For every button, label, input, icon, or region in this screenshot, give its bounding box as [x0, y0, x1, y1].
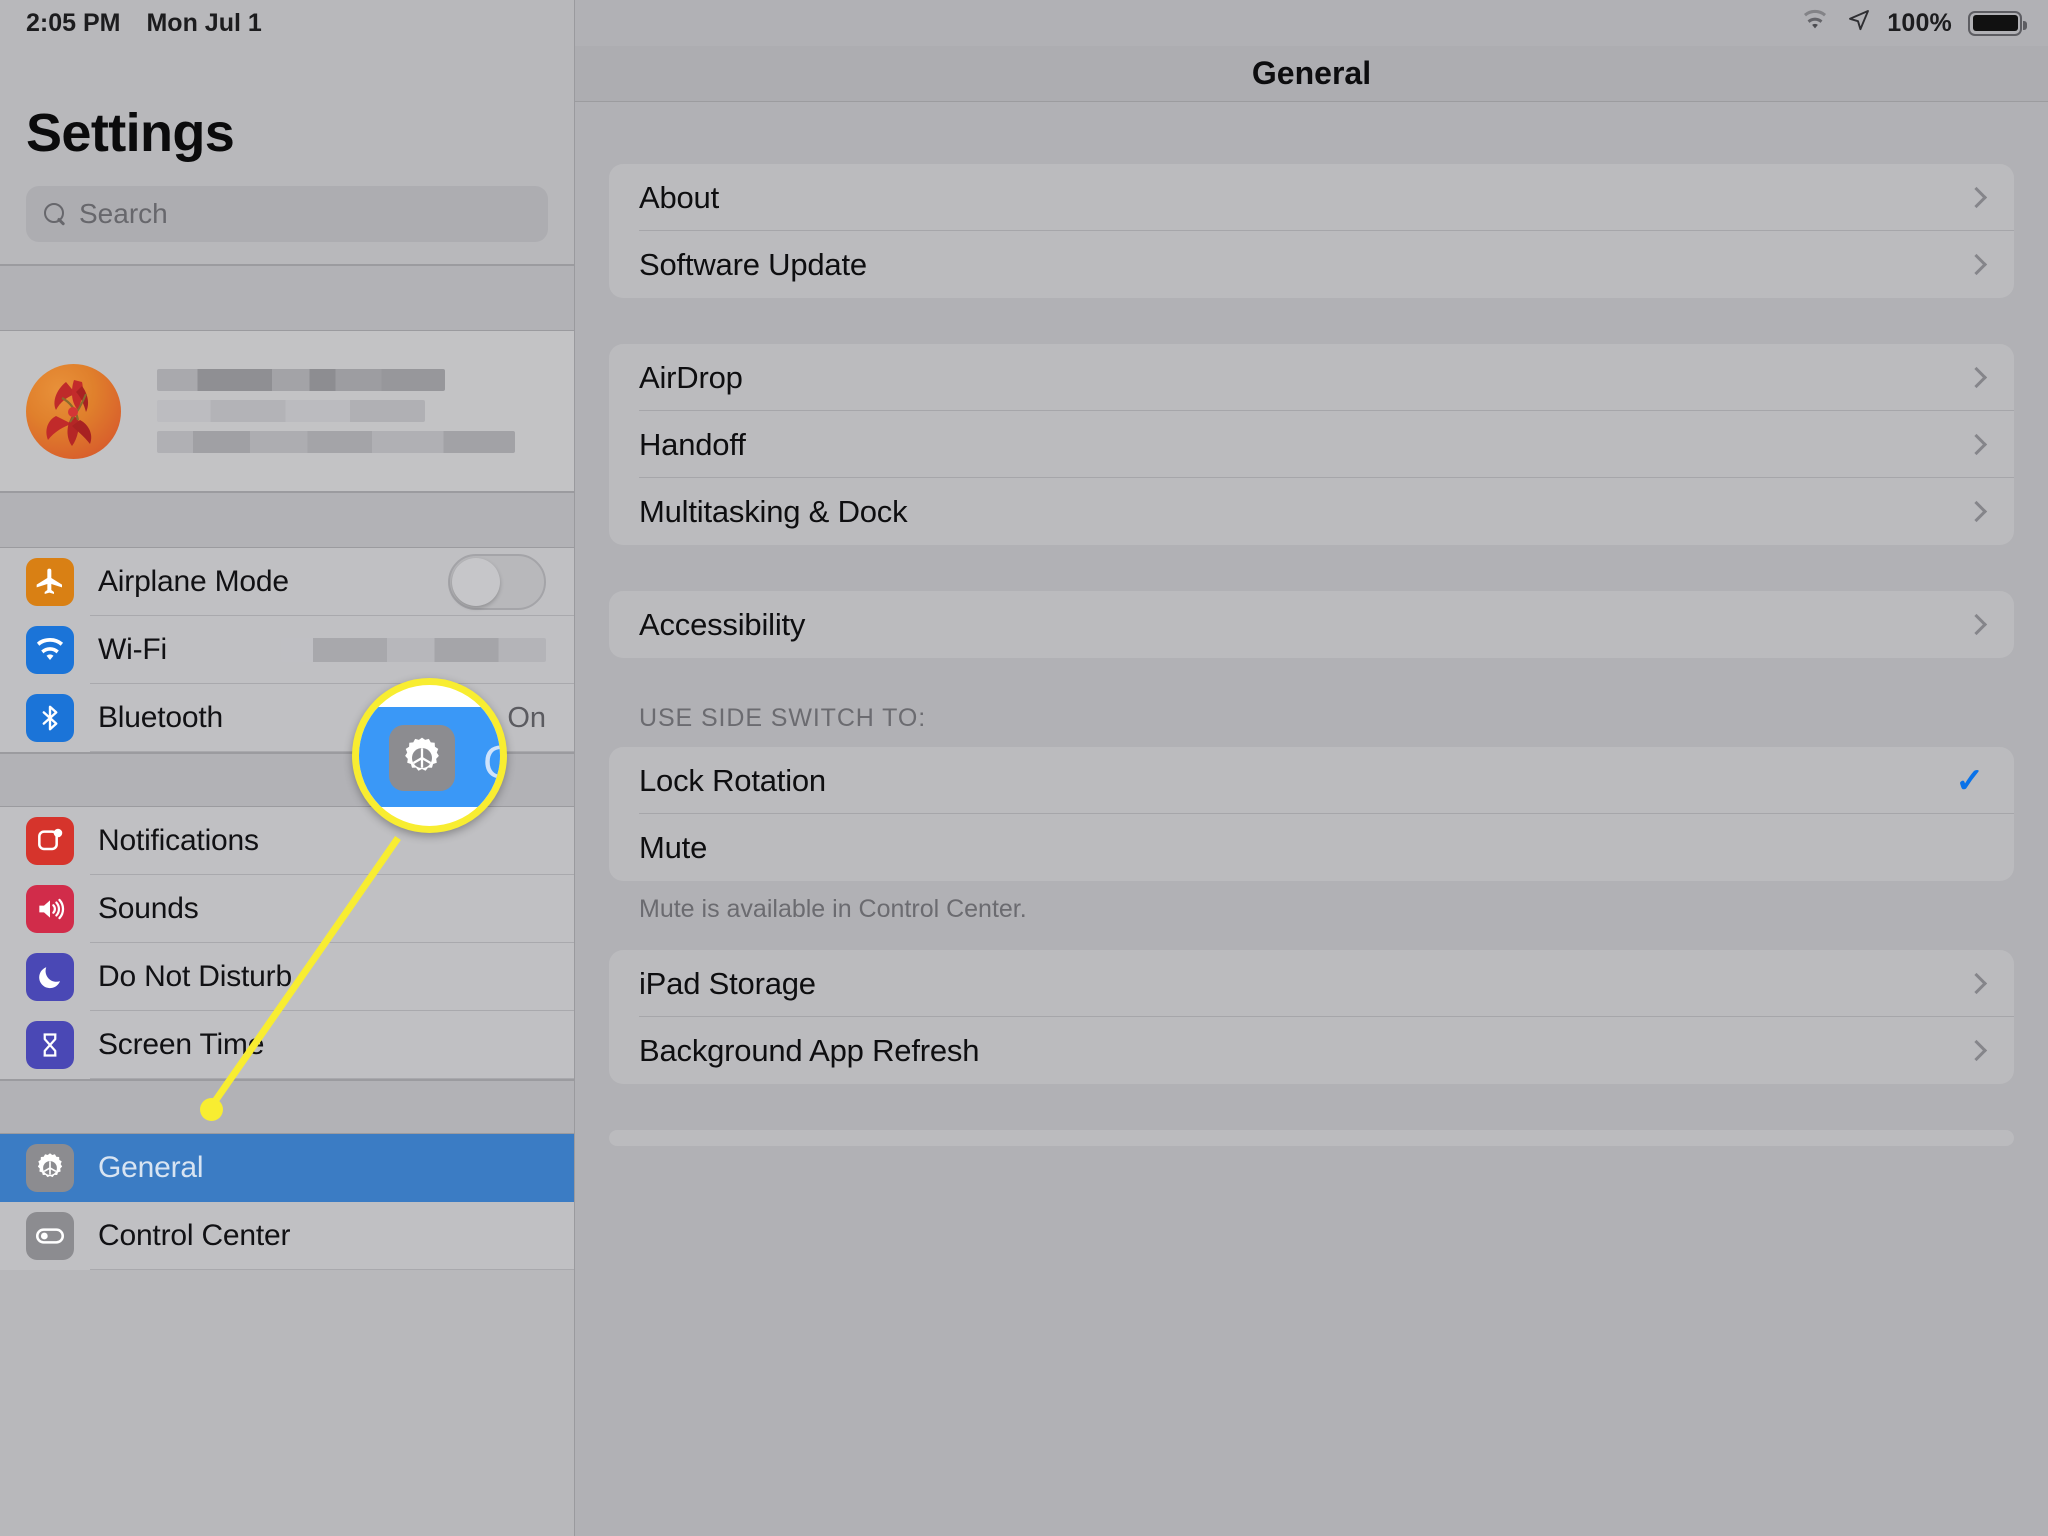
general-detail-pane: General About Software Update AirDrop Ha…: [575, 0, 2048, 1536]
wifi-value-redacted: [281, 638, 546, 662]
battery-full-icon: [1968, 10, 2027, 36]
sidebar-item-screen-time[interactable]: Screen Time: [0, 1011, 574, 1079]
sidebar-item-label: General: [98, 1151, 204, 1184]
detail-row-label: Lock Rotation: [639, 762, 826, 798]
group-header-side-switch: USE SIDE SWITCH TO:: [639, 704, 927, 732]
sidebar-gap: [0, 1080, 574, 1133]
sidebar-item-control-center[interactable]: Control Center: [0, 1202, 574, 1270]
sidebar-item-general[interactable]: General: [0, 1134, 574, 1202]
wifi-icon: [26, 626, 74, 674]
account-name-redacted: [157, 369, 515, 453]
detail-row-multitasking-dock[interactable]: Multitasking & Dock: [609, 478, 2014, 545]
detail-row-label: Background App Refresh: [639, 1032, 980, 1068]
settings-group-about: About Software Update: [609, 164, 2014, 298]
detail-row-lock-rotation[interactable]: Lock Rotation ✓: [609, 747, 2014, 814]
page-title: Settings: [26, 103, 235, 163]
sidebar-item-label: Notifications: [98, 824, 259, 857]
sidebar-item-wifi[interactable]: Wi-Fi: [0, 616, 574, 684]
detail-navbar: General: [575, 46, 2048, 102]
sidebar-item-label: Do Not Disturb: [98, 960, 292, 993]
chevron-right-icon: [1965, 972, 1988, 995]
chevron-right-icon: [1965, 366, 1988, 389]
bluetooth-value: On: [507, 701, 546, 734]
detail-title: General: [1251, 55, 1372, 91]
detail-row-label: Handoff: [639, 426, 746, 462]
sidebar-item-label: Screen Time: [98, 1028, 265, 1061]
detail-row-software-update[interactable]: Software Update: [609, 231, 2014, 298]
detail-content: About Software Update AirDrop Handoff Mu…: [575, 102, 2048, 1146]
detail-row-mute[interactable]: Mute: [609, 814, 2014, 881]
sidebar-item-label: Control Center: [98, 1219, 291, 1252]
chevron-right-icon: [1965, 613, 1988, 636]
control-center-toggle-icon: [26, 1212, 74, 1260]
avatar-flower-photo: [46, 379, 92, 446]
detail-row-about[interactable]: About: [609, 164, 2014, 231]
bluetooth-icon: [26, 694, 74, 742]
settings-group-side-switch: Lock Rotation ✓ Mute: [609, 747, 2014, 881]
status-bar: 2:05 PM Mon Jul 1 100%: [0, 0, 2048, 46]
chevron-right-icon: [1965, 500, 1988, 523]
detail-row-label: About: [639, 179, 720, 215]
sidebar-item-notifications[interactable]: Notifications: [0, 807, 574, 875]
sidebar-item-label: Wi-Fi: [98, 633, 167, 666]
sounds-speaker-icon: [26, 885, 74, 933]
sidebar-item-do-not-disturb[interactable]: Do Not Disturb: [0, 943, 574, 1011]
detail-row-label: Software Update: [639, 246, 867, 282]
ipad-settings-screen: Settings Search Airplane Mode Wi-Fi Blue…: [0, 0, 2048, 1536]
settings-group-accessibility: Accessibility: [609, 591, 2014, 658]
search-container: Search: [0, 186, 574, 264]
airplane-mode-toggle[interactable]: [448, 554, 546, 610]
detail-row-label: Accessibility: [639, 606, 806, 642]
search-icon: [44, 203, 66, 225]
chevron-right-icon: [1965, 433, 1988, 456]
group-footer-side-switch: Mute is available in Control Center.: [639, 895, 1027, 923]
sidebar-item-sounds[interactable]: Sounds: [0, 875, 574, 943]
detail-row-label: AirDrop: [639, 359, 743, 395]
detail-row-handoff[interactable]: Handoff: [609, 411, 2014, 478]
chevron-right-icon: [1965, 186, 1988, 209]
sidebar-item-bluetooth[interactable]: Bluetooth On: [0, 684, 574, 752]
gear-icon: [26, 1144, 74, 1192]
search-input[interactable]: Search: [26, 186, 548, 242]
hourglass-icon: [26, 1021, 74, 1069]
sidebar-item-label: Airplane Mode: [98, 565, 289, 598]
settings-group-next-partial: [609, 1130, 2014, 1146]
notifications-icon: [26, 817, 74, 865]
chevron-right-icon: [1965, 253, 1988, 276]
location-arrow-icon: [1847, 8, 1871, 39]
account-row[interactable]: [0, 331, 574, 491]
sidebar-item-airplane-mode[interactable]: Airplane Mode: [0, 548, 574, 616]
detail-row-label: Multitasking & Dock: [639, 493, 908, 529]
avatar: [26, 363, 121, 459]
settings-sidebar: Settings Search Airplane Mode Wi-Fi Blue…: [0, 0, 575, 1536]
sidebar-gap: [0, 753, 574, 806]
airplane-icon: [26, 558, 74, 606]
chevron-right-icon: [1965, 1039, 1988, 1062]
settings-group-storage: iPad Storage Background App Refresh: [609, 950, 2014, 1084]
sidebar-item-label: Bluetooth: [98, 701, 223, 734]
sidebar-item-label: Sounds: [98, 892, 199, 925]
status-date: Mon Jul 1: [146, 8, 262, 37]
checkmark-icon: ✓: [1955, 761, 1985, 800]
detail-row-label: iPad Storage: [639, 965, 816, 1001]
detail-row-label: Mute: [639, 829, 708, 865]
detail-row-background-app-refresh[interactable]: Background App Refresh: [609, 1017, 2014, 1084]
wifi-icon: [1799, 8, 1831, 39]
detail-row-accessibility[interactable]: Accessibility: [609, 591, 2014, 658]
sidebar-gap: [0, 265, 574, 330]
status-time: 2:05 PM: [26, 8, 121, 37]
detail-row-ipad-storage[interactable]: iPad Storage: [609, 950, 2014, 1017]
battery-percent: 100%: [1887, 8, 1952, 37]
settings-group-connectivity: AirDrop Handoff Multitasking & Dock: [609, 344, 2014, 545]
search-placeholder: Search: [79, 198, 168, 229]
sidebar-gap: [0, 492, 574, 547]
moon-icon: [26, 953, 74, 1001]
detail-row-airdrop[interactable]: AirDrop: [609, 344, 2014, 411]
